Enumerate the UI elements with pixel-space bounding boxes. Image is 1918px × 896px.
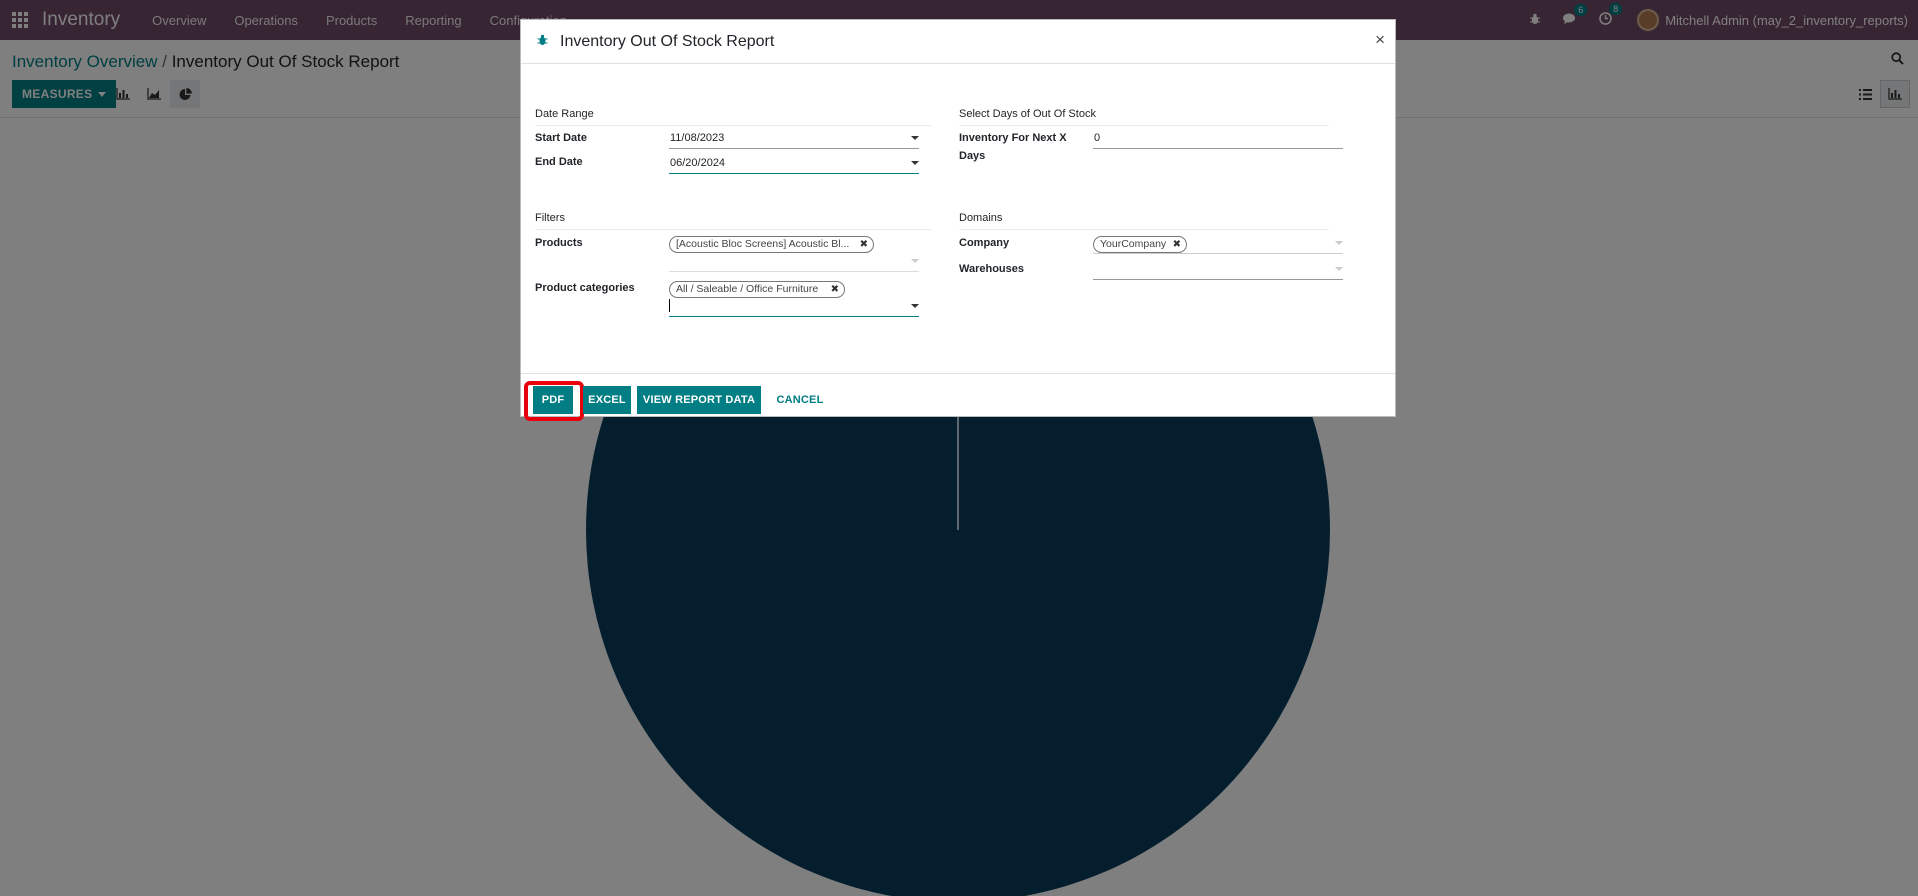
- modal-title: Inventory Out Of Stock Report: [560, 32, 775, 50]
- company-tag-label: YourCompany: [1100, 238, 1167, 250]
- days-group-title: Select Days of Out Of Stock: [959, 108, 1096, 120]
- chevron-down-icon: [911, 304, 919, 308]
- text-cursor: [669, 299, 670, 312]
- modal-header: Inventory Out Of Stock Report ×: [521, 20, 1395, 64]
- remove-tag-icon[interactable]: ✖: [860, 237, 868, 252]
- products-input[interactable]: [669, 252, 919, 272]
- chevron-down-icon: [1335, 241, 1343, 245]
- products-label: Products: [535, 237, 583, 249]
- group-divider: [535, 229, 931, 230]
- product-tag-label: [Acoustic Bloc Screens] Acoustic Bl...: [676, 238, 850, 250]
- product-categories-label: Product categories: [535, 282, 635, 294]
- product-tag: [Acoustic Bloc Screens] Acoustic Bl... ✖: [669, 236, 874, 253]
- date-range-group-title: Date Range: [535, 108, 594, 120]
- end-date-value: 06/20/2024: [670, 157, 726, 169]
- group-divider: [535, 125, 931, 126]
- end-date-label: End Date: [535, 156, 583, 168]
- chevron-down-icon: [911, 136, 919, 140]
- company-label: Company: [959, 237, 1010, 249]
- next-x-days-input[interactable]: 0: [1093, 129, 1343, 149]
- product-categories-input[interactable]: [669, 297, 919, 317]
- start-date-input[interactable]: 11/08/2023: [669, 129, 919, 149]
- group-divider: [959, 229, 1329, 230]
- category-tag-label: All / Saleable / Office Furniture: [676, 283, 819, 295]
- start-date-value: 11/08/2023: [670, 132, 725, 144]
- company-tag: YourCompany ✖: [1093, 236, 1187, 253]
- next-x-days-value: 0: [1094, 132, 1101, 144]
- excel-button[interactable]: EXCEL: [583, 386, 631, 414]
- debug-bug-icon: [537, 34, 548, 49]
- warehouses-input[interactable]: [1093, 260, 1343, 280]
- chevron-down-icon: [911, 259, 919, 263]
- chevron-down-icon: [1335, 267, 1343, 271]
- filters-group-title: Filters: [535, 212, 565, 224]
- remove-tag-icon[interactable]: ✖: [1173, 237, 1181, 252]
- report-wizard-dialog: Inventory Out Of Stock Report × Date Ran…: [520, 19, 1396, 421]
- category-tag: All / Saleable / Office Furniture ✖: [669, 281, 845, 298]
- chevron-down-icon: [911, 161, 919, 165]
- cancel-button[interactable]: CANCEL: [767, 386, 833, 414]
- warehouses-label: Warehouses: [959, 263, 1025, 275]
- modal-body: Date Range Start Date 11/08/2023 End Dat…: [521, 64, 1395, 373]
- view-report-data-button[interactable]: VIEW REPORT DATA: [637, 386, 761, 414]
- modal-footer: PDF EXCEL VIEW REPORT DATA CANCEL: [521, 373, 1395, 421]
- end-date-input[interactable]: 06/20/2024: [669, 154, 919, 174]
- group-divider: [959, 125, 1329, 126]
- pdf-button[interactable]: PDF: [533, 386, 573, 414]
- start-date-label: Start Date: [535, 132, 587, 144]
- next-x-days-label: Inventory For Next X Days: [959, 132, 1067, 162]
- remove-tag-icon[interactable]: ✖: [831, 282, 839, 297]
- domains-group-title: Domains: [959, 212, 1003, 224]
- close-icon[interactable]: ×: [1375, 30, 1385, 50]
